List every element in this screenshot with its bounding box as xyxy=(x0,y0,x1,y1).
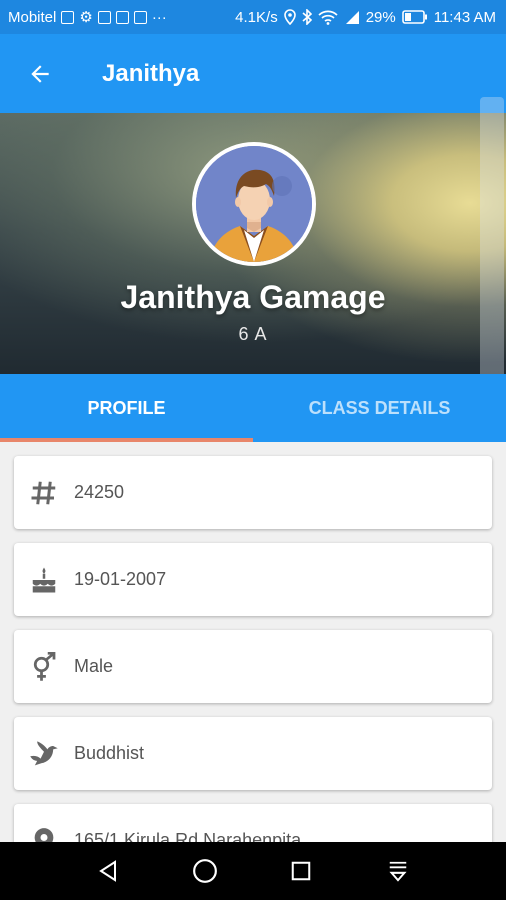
location-status-icon xyxy=(283,9,296,25)
location-pin-icon xyxy=(14,804,74,842)
dove-icon xyxy=(14,717,74,790)
student-id-value: 24250 xyxy=(74,482,125,502)
settings-notification-icon: ⚙ xyxy=(79,9,93,26)
cell-signal-icon xyxy=(345,11,359,24)
student-class: 6 A xyxy=(238,324,268,344)
nav-recents-button[interactable] xyxy=(277,847,325,895)
student-id-card: 24250 xyxy=(14,456,492,529)
back-triangle-icon xyxy=(99,860,117,882)
more-notifications-icon: ··· xyxy=(151,8,167,26)
notification-pull-icon xyxy=(389,861,407,882)
address-value: 165/1 Kirula Rd Narahenpita xyxy=(74,830,302,842)
nav-back-button[interactable] xyxy=(84,847,132,895)
recents-square-icon xyxy=(291,861,311,881)
page-title: Janithya xyxy=(102,59,200,87)
battery-percent: 29% xyxy=(365,8,396,26)
tab-bar: PROFILE CLASS DETAILS xyxy=(0,374,506,442)
student-avatar xyxy=(192,142,316,266)
app-notification-icon xyxy=(133,10,147,24)
clock: 11:43 AM xyxy=(433,8,496,26)
gender-icon xyxy=(14,630,74,703)
tab-profile[interactable]: PROFILE xyxy=(0,374,253,442)
gender-card: Male xyxy=(14,630,492,703)
battery-icon xyxy=(401,10,427,24)
arrow-back-icon xyxy=(31,64,49,83)
bluetooth-icon xyxy=(302,9,312,25)
app-bar: Janithya xyxy=(0,34,506,113)
birthday-value: 19-01-2007 xyxy=(74,569,167,589)
student-name: Janithya Gamage xyxy=(120,279,386,315)
notification-image-icon xyxy=(61,10,75,24)
gender-value: Male xyxy=(74,656,114,676)
nav-home-button[interactable] xyxy=(181,847,229,895)
religion-card: Buddhist xyxy=(14,717,492,790)
system-nav-bar xyxy=(0,842,506,900)
person-avatar-icon xyxy=(196,146,312,262)
network-speed: 4.1K/s xyxy=(235,8,278,26)
status-bar: Mobitel ⚙ ··· 4.1K/s 29% 11:43 AM xyxy=(0,0,506,34)
home-notification-icon xyxy=(115,10,129,24)
nav-notifications-button[interactable] xyxy=(374,847,422,895)
profile-header: Janithya Gamage 6 A xyxy=(0,113,506,374)
birthday-card: 19-01-2007 xyxy=(14,543,492,616)
back-button[interactable] xyxy=(0,34,80,113)
address-card: 165/1 Kirula Rd Narahenpita xyxy=(14,804,492,842)
wifi-icon xyxy=(318,10,338,25)
carrier-label: Mobitel xyxy=(8,8,57,26)
hash-icon xyxy=(14,456,74,529)
religion-value: Buddhist xyxy=(74,743,145,763)
tab-class-details[interactable]: CLASS DETAILS xyxy=(253,374,506,442)
home-circle-icon xyxy=(192,859,217,883)
profile-details-list: 24250 19-01-2007 Male Buddhist 165/1 Kir… xyxy=(0,442,506,842)
calendar-notification-icon xyxy=(97,10,111,24)
birthday-cake-icon xyxy=(14,543,74,616)
